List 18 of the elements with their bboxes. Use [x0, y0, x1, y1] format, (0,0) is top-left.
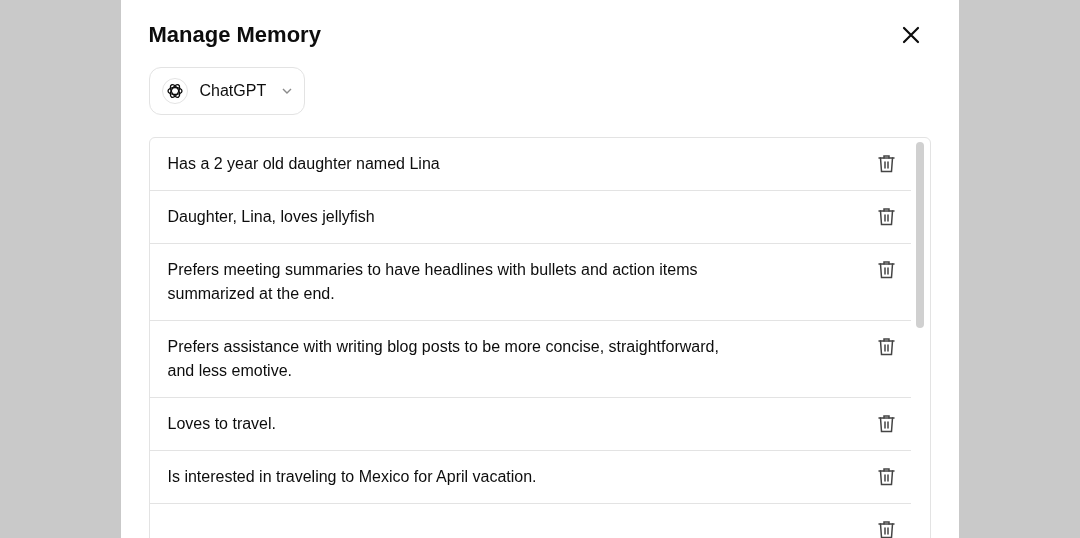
- trash-icon[interactable]: [877, 520, 895, 538]
- model-dropdown[interactable]: ChatGPT: [148, 67, 306, 115]
- scrollbar-thumb[interactable]: [916, 142, 924, 328]
- logo-icon: [161, 78, 188, 104]
- trash-icon[interactable]: [877, 154, 895, 173]
- trash-icon[interactable]: [877, 260, 895, 279]
- memory-text: Loves to travel.: [167, 414, 277, 434]
- trash-icon[interactable]: [877, 414, 895, 433]
- dialog-title: Manage Memory: [148, 21, 321, 49]
- memory-text: Prefers assistance with writing blog posts to be more concise, straightforward, and less emotive.: [167, 337, 720, 381]
- trash-icon[interactable]: [877, 337, 895, 356]
- trash-icon[interactable]: [877, 467, 895, 486]
- trash-icon[interactable]: [877, 207, 895, 226]
- memory-text: Is interested in traveling to Mexico for April vacation.: [167, 467, 538, 487]
- memory-text: Has a 2 year old daughter named Lina: [167, 154, 441, 174]
- memory-text: Prefers meeting summaries to have headlines with bullets and action items summarized at the end.: [167, 260, 699, 304]
- chevron-down-icon: [282, 88, 293, 94]
- memory-text: Daughter, Lina, loves jellyfish: [167, 207, 376, 227]
